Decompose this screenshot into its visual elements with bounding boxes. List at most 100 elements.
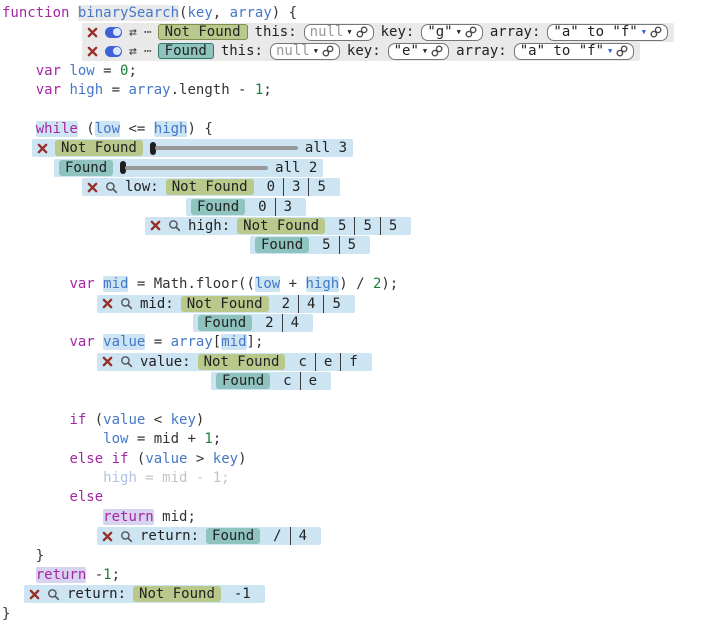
code-token: array xyxy=(230,5,272,21)
probe-strip: ⇄ ⋯ Found this: null ▼ key: "e" ▼ array:… xyxy=(82,42,640,61)
code-token: = Math.floor(( xyxy=(128,276,254,292)
status-badge-not-found[interactable]: Not Found xyxy=(158,24,248,40)
status-badge-found[interactable]: Found xyxy=(206,528,260,544)
value-cell: 4 xyxy=(290,527,315,545)
close-icon[interactable] xyxy=(87,182,98,193)
status-badge-found[interactable]: Found xyxy=(198,315,252,331)
code-token: ]; xyxy=(247,334,264,350)
status-badge-not-found[interactable]: Not Found xyxy=(166,179,254,195)
code-line-var-high[interactable]: var high = array.length - 1; xyxy=(2,81,712,100)
code-token: ( xyxy=(86,412,103,428)
code-line-else-if[interactable]: else if (value > key) xyxy=(2,449,712,468)
close-icon[interactable] xyxy=(102,298,113,309)
code-line-while[interactable]: while (low <= high) { xyxy=(2,119,712,138)
link-icon[interactable] xyxy=(616,45,628,57)
blank-line[interactable] xyxy=(2,255,712,274)
magnifier-icon[interactable] xyxy=(120,297,133,310)
close-icon[interactable] xyxy=(102,531,113,542)
code-token: 0 xyxy=(120,63,128,79)
status-badge-found[interactable]: Found xyxy=(255,237,309,253)
close-icon[interactable] xyxy=(87,46,98,57)
status-badge-not-found[interactable]: Not Found xyxy=(237,218,325,234)
chevron-down-icon: ▼ xyxy=(347,29,351,36)
swap-arrows-icon[interactable]: ⇄ xyxy=(129,45,137,58)
iteration-slider[interactable] xyxy=(150,142,298,155)
code-line-if[interactable]: if (value < key) xyxy=(2,410,712,429)
status-badge-not-found[interactable]: Not Found xyxy=(198,354,286,370)
status-badge-not-found[interactable]: Not Found xyxy=(55,140,143,156)
magnifier-icon[interactable] xyxy=(168,219,181,232)
magnifier-icon[interactable] xyxy=(47,588,60,601)
code-token: high xyxy=(69,82,103,98)
slider-track[interactable] xyxy=(125,166,268,170)
magnifier-icon[interactable] xyxy=(120,355,133,368)
toggle-on-icon[interactable] xyxy=(105,46,122,57)
iteration-strip: Found all 2 xyxy=(54,159,323,177)
code-token: if xyxy=(69,412,86,428)
code-line-low-assign[interactable]: low = mid + 1; xyxy=(2,430,712,449)
key-value-dropdown[interactable]: "g" ▼ xyxy=(421,24,483,41)
close-icon[interactable] xyxy=(29,589,40,600)
value-cell: 5 xyxy=(380,217,405,235)
close-icon[interactable] xyxy=(87,27,98,38)
this-value-dropdown[interactable]: null ▼ xyxy=(304,24,374,41)
close-icon[interactable] xyxy=(37,143,48,154)
more-options-icon[interactable]: ⋯ xyxy=(144,26,151,39)
code-token: var xyxy=(36,82,61,98)
probe-row-value-not-found: value: Not Found cef xyxy=(97,352,712,371)
status-badge-not-found[interactable]: Not Found xyxy=(181,296,269,312)
code-token xyxy=(95,334,103,350)
link-icon[interactable] xyxy=(322,45,334,57)
code-token: var xyxy=(69,334,94,350)
code-line-else[interactable]: else xyxy=(2,488,712,507)
code-line-return-mid[interactable]: return mid; xyxy=(2,507,712,526)
code-line-return-neg1[interactable]: return -1; xyxy=(2,565,712,584)
code-line-close-fn[interactable]: } xyxy=(2,604,712,620)
blank-line[interactable] xyxy=(2,391,712,410)
variable-label: high: xyxy=(188,218,230,234)
iteration-row-found: Found all 2 xyxy=(54,158,712,177)
this-value-dropdown[interactable]: null ▼ xyxy=(270,43,340,60)
iteration-slider[interactable] xyxy=(120,161,268,174)
code-token: ( xyxy=(179,5,187,21)
status-badge-found[interactable]: Found xyxy=(158,43,214,59)
key-value-dropdown[interactable]: "e" ▼ xyxy=(388,43,450,60)
link-icon[interactable] xyxy=(465,26,477,38)
code-editor[interactable]: function binarySearch(key, array) { ⇄ ⋯ … xyxy=(0,0,712,620)
link-icon[interactable] xyxy=(431,45,443,57)
array-value-dropdown[interactable]: "a" to "f" ▼ xyxy=(514,43,635,60)
code-token xyxy=(2,451,69,467)
chevron-down-icon: ▼ xyxy=(642,29,646,36)
link-icon[interactable] xyxy=(650,26,662,38)
code-token xyxy=(2,334,69,350)
value-cell: 5 xyxy=(308,178,333,196)
code-token xyxy=(61,63,69,79)
probe-row-mid-not-found: mid: Not Found 245 xyxy=(97,294,712,313)
toggle-on-icon[interactable] xyxy=(105,27,122,38)
status-badge-found[interactable]: Found xyxy=(59,160,113,176)
close-icon[interactable] xyxy=(150,220,161,231)
more-options-icon[interactable]: ⋯ xyxy=(144,45,151,58)
code-line-var-value[interactable]: var value = array[mid]; xyxy=(2,333,712,352)
value-cell: 4 xyxy=(282,314,307,332)
variable-label: return: xyxy=(140,528,199,544)
code-line-function[interactable]: function binarySearch(key, array) { xyxy=(2,3,712,22)
status-badge-not-found[interactable]: Not Found xyxy=(133,586,221,602)
magnifier-icon[interactable] xyxy=(120,530,133,543)
status-badge-found[interactable]: Found xyxy=(191,199,245,215)
status-badge-found[interactable]: Found xyxy=(216,373,270,389)
slider-track[interactable] xyxy=(155,146,298,150)
code-token: while xyxy=(36,121,78,137)
swap-arrows-icon[interactable]: ⇄ xyxy=(129,26,137,39)
code-line-high-assign[interactable]: high = mid - 1; xyxy=(2,468,712,487)
blank-line[interactable] xyxy=(2,100,712,119)
code-line-var-mid[interactable]: var mid = Math.floor((low + high) / 2); xyxy=(2,274,712,293)
link-icon[interactable] xyxy=(356,26,368,38)
array-value-dropdown[interactable]: "a" to "f" ▼ xyxy=(547,24,668,41)
code-token: 1 xyxy=(255,82,263,98)
close-icon[interactable] xyxy=(102,356,113,367)
magnifier-icon[interactable] xyxy=(105,181,118,194)
code-token: value xyxy=(103,412,145,428)
code-line-close-while[interactable]: } xyxy=(2,546,712,565)
code-line-var-low[interactable]: var low = 0; xyxy=(2,61,712,80)
